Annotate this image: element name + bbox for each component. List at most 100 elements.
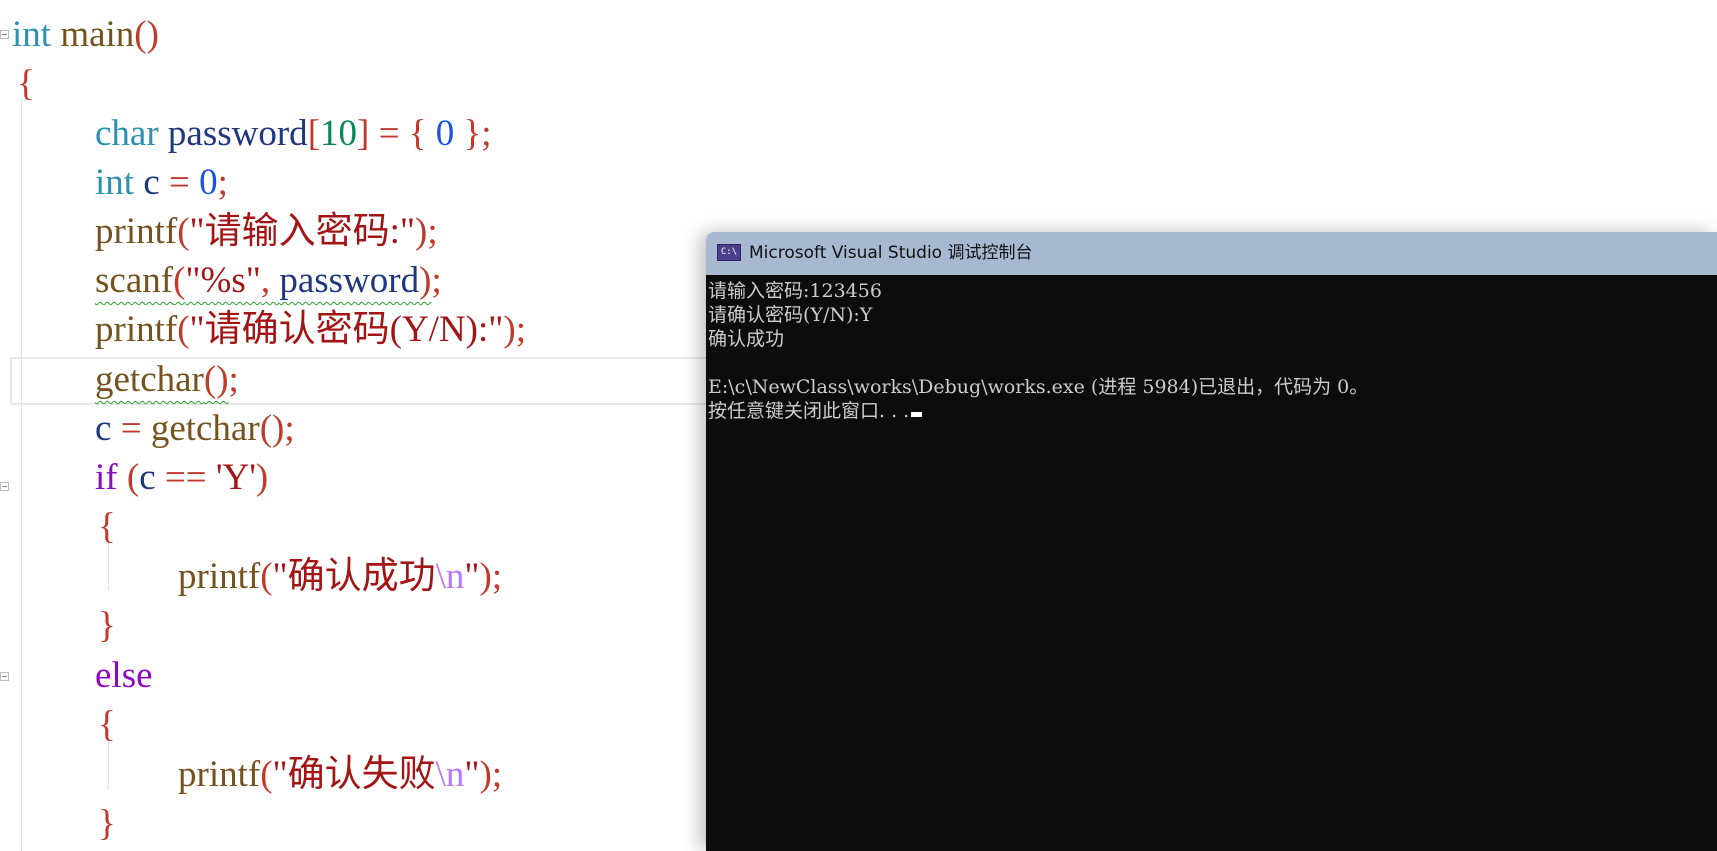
number-literal: 10 [320, 113, 358, 154]
debug-console-window[interactable]: C:\ Microsoft Visual Studio 调试控制台 请输入密码:… [706, 232, 1717, 851]
char-literal: 'Y' [215, 457, 256, 498]
variable: c [143, 162, 160, 203]
code-line-2[interactable]: { [17, 61, 35, 107]
console-line: 确认成功 [708, 328, 785, 350]
punctuation: ( [260, 754, 273, 795]
operator: == [155, 457, 216, 498]
punctuation: ( [260, 556, 273, 597]
punctuation: , [260, 260, 280, 301]
console-output[interactable]: 请输入密码:123456 请确认密码(Y/N):Y 确认成功 E:\c\NewC… [706, 275, 1717, 851]
semicolon: ; [427, 211, 438, 252]
punctuation: [ [307, 113, 321, 154]
semicolon: ; [284, 408, 295, 449]
brace: { [408, 113, 427, 154]
console-title: Microsoft Visual Studio 调试控制台 [749, 243, 1033, 263]
string-literal: "请确认密码(Y/N):" [189, 309, 504, 350]
punctuation: () [203, 359, 229, 400]
string-literal: "确认失败 [272, 754, 436, 795]
code-line-5[interactable]: printf("请输入密码:"); [95, 209, 438, 255]
punctuation: ] [357, 113, 370, 154]
punctuation: ) [255, 457, 269, 498]
semicolon: ; [491, 754, 503, 795]
string-literal: "确认成功 [272, 556, 436, 597]
function-name: getchar [95, 359, 204, 400]
punctuation: ( [177, 211, 190, 252]
punctuation: ( [117, 457, 140, 498]
semicolon: ; [481, 113, 492, 154]
code-line-11[interactable]: { [98, 504, 116, 550]
function-name: printf [95, 309, 178, 350]
string-literal: " [464, 556, 480, 597]
punctuation: ) [479, 754, 492, 795]
code-line-7[interactable]: printf("请确认密码(Y/N):"); [95, 307, 526, 353]
code-line-15[interactable]: { [98, 702, 116, 748]
control-keyword: else [95, 655, 153, 696]
console-app-icon: C:\ [717, 244, 741, 261]
brace: } [98, 605, 116, 646]
brace: { [17, 63, 35, 104]
console-prompt-line: 按任意键关闭此窗口. . . [708, 399, 923, 423]
code-line-6[interactable]: scanf("%s", password); [95, 258, 442, 304]
string-literal: "请输入密码:" [189, 211, 416, 252]
fold-toggle-icon[interactable] [0, 482, 9, 491]
console-line: 请确认密码(Y/N):Y [708, 304, 873, 326]
string-literal: " [464, 754, 480, 795]
fold-toggle-icon[interactable] [0, 30, 9, 39]
number-literal: 0 [426, 113, 464, 154]
brace: } [463, 113, 482, 154]
punctuation: ) [479, 556, 492, 597]
function-name: scanf [95, 260, 174, 301]
function-name: getchar [150, 408, 260, 449]
code-line-10[interactable]: if (c == 'Y') [95, 455, 268, 501]
variable: password [167, 113, 308, 154]
variable: password [279, 260, 420, 301]
punctuation: () [259, 408, 285, 449]
code-line-4[interactable]: int c = 0; [95, 160, 228, 206]
code-line-16[interactable]: printf("确认失败\n"); [178, 752, 502, 798]
semicolon: ; [515, 309, 526, 350]
console-line: 请输入密码:123456 [708, 280, 882, 302]
type-keyword: int [95, 162, 135, 203]
punctuation: ( [177, 309, 190, 350]
function-name: printf [178, 754, 261, 795]
control-keyword: if [95, 457, 118, 498]
code-line-1[interactable]: int main() [12, 12, 159, 58]
code-line-12[interactable]: printf("确认成功\n"); [178, 554, 502, 600]
code-line-3[interactable]: char password[10] = { 0 }; [95, 111, 492, 157]
punctuation: ( [173, 260, 186, 301]
console-line: 按任意键关闭此窗口. . . [708, 400, 910, 422]
punctuation: ) [419, 260, 432, 301]
punctuation: () [134, 14, 159, 55]
escape-sequence: \n [435, 556, 465, 597]
brace: { [98, 704, 116, 745]
warning-squiggle[interactable]: getchar() [95, 359, 229, 400]
brace: { [98, 506, 116, 547]
operator: = [369, 113, 409, 154]
text-cursor [911, 412, 923, 417]
code-line-13[interactable]: } [98, 603, 116, 649]
code-line-14[interactable]: else [95, 653, 153, 699]
semicolon: ; [228, 359, 239, 400]
console-line: E:\c\NewClass\works\Debug\works.exe (进程 … [708, 376, 1369, 398]
escape-sequence: \n [435, 754, 465, 795]
semicolon: ; [431, 260, 442, 301]
function-name: printf [95, 211, 178, 252]
code-line-17[interactable]: } [98, 801, 116, 847]
fold-toggle-icon[interactable] [0, 672, 9, 681]
code-line-8[interactable]: getchar(); [95, 357, 239, 403]
indent-guide [21, 100, 22, 851]
code-line-9[interactable]: c = getchar(); [95, 406, 295, 452]
warning-squiggle[interactable]: scanf("%s", password) [95, 260, 431, 301]
function-name: main [60, 14, 135, 55]
semicolon: ; [217, 162, 228, 203]
number-literal: 0 [199, 162, 218, 203]
console-titlebar[interactable]: C:\ Microsoft Visual Studio 调试控制台 [706, 232, 1717, 275]
type-keyword: char [95, 113, 159, 154]
operator: = [111, 408, 151, 449]
punctuation: ) [415, 211, 428, 252]
function-name: printf [178, 556, 261, 597]
punctuation: ) [503, 309, 516, 350]
variable: c [95, 408, 112, 449]
semicolon: ; [491, 556, 503, 597]
operator: = [159, 162, 200, 203]
